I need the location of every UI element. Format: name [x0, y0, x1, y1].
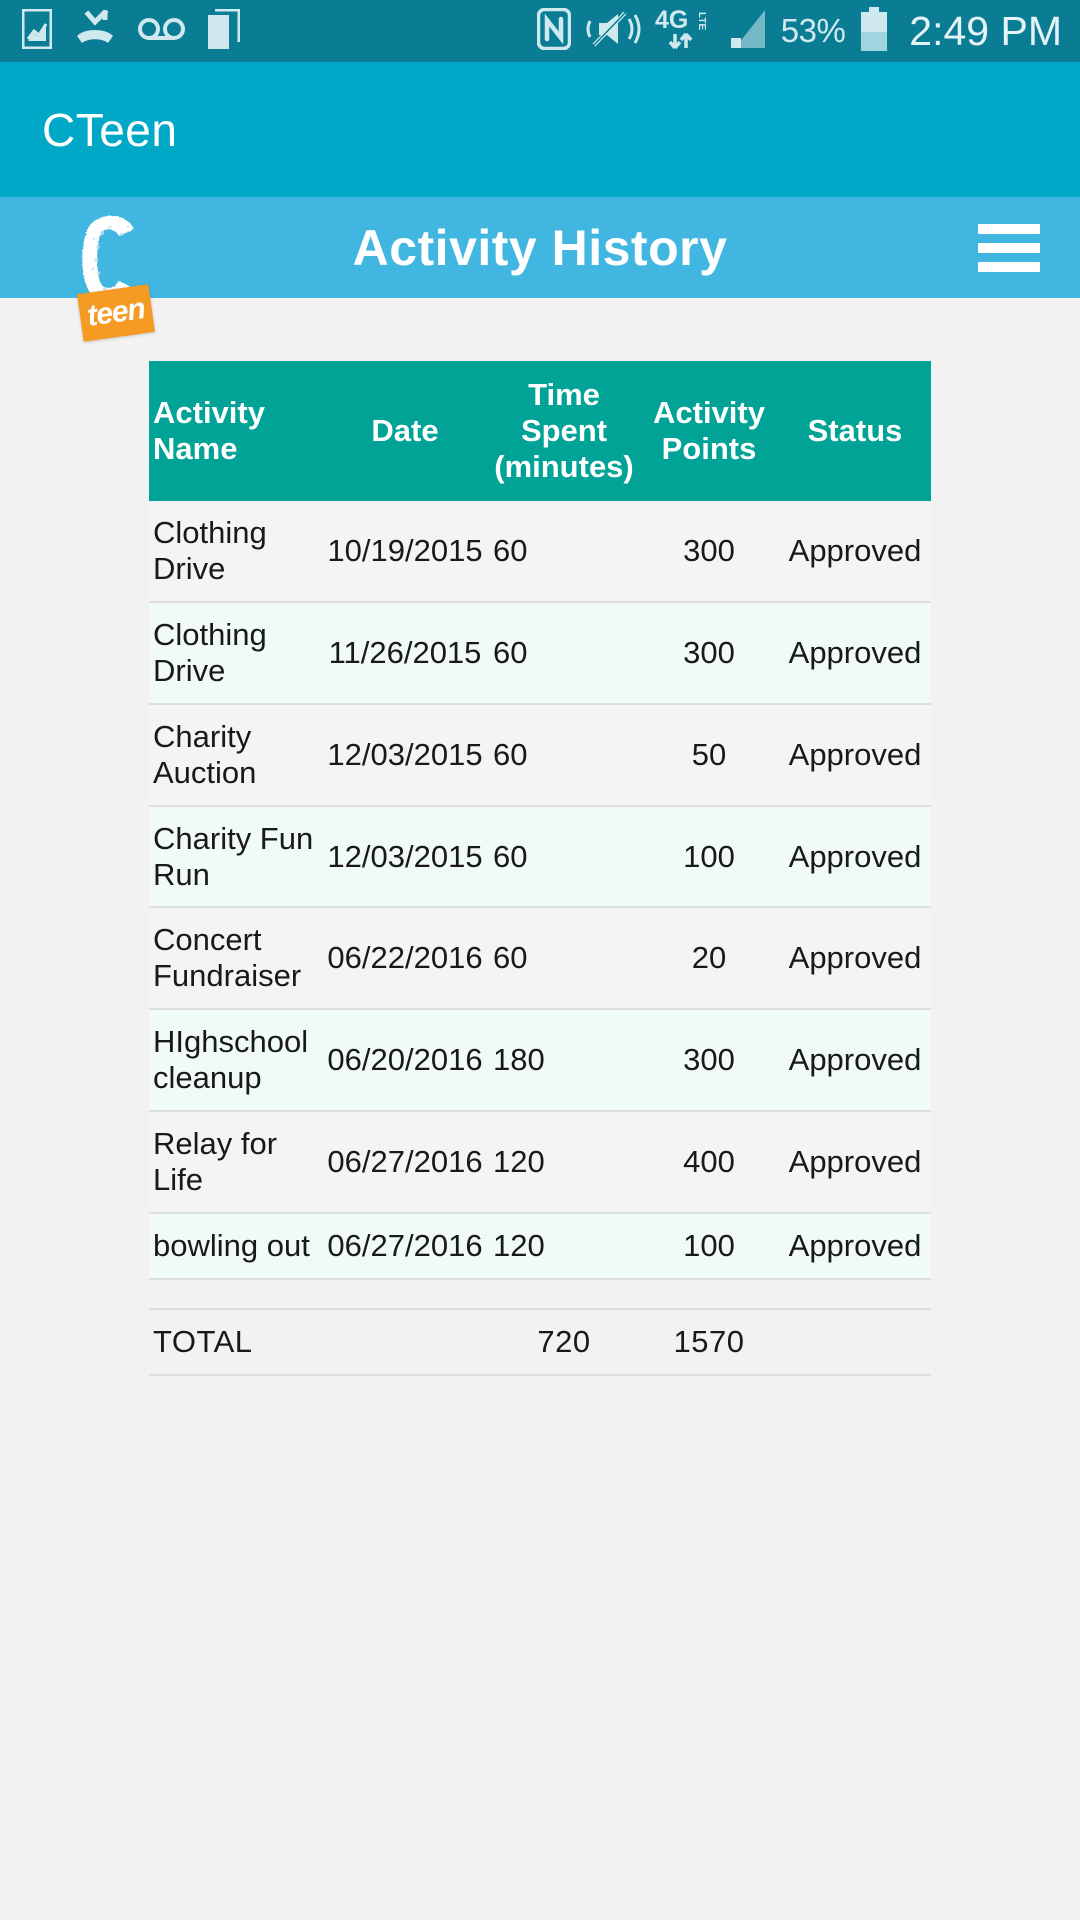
- cell-name: Clothing Drive: [149, 500, 321, 603]
- table-header-row: Activity Name Date Time Spent (minutes) …: [149, 361, 931, 501]
- cell-status: Approved: [779, 1111, 931, 1215]
- svg-text:LTE: LTE: [696, 12, 707, 30]
- voicemail-icon: [138, 16, 186, 47]
- cell-status: Approved: [779, 703, 931, 807]
- cteen-logo: teen: [66, 203, 162, 342]
- table-header: Activity Name Date Time Spent (minutes) …: [149, 361, 931, 501]
- cell-points: 100: [639, 805, 779, 909]
- table-row[interactable]: Charity Fun Run 12/03/2015 60 100 Approved: [149, 805, 931, 909]
- cell-name: Charity Fun Run: [149, 805, 321, 909]
- page-title: Activity History: [352, 219, 728, 276]
- spacer-cell: [149, 1279, 931, 1311]
- cell-name: Charity Auction: [149, 703, 321, 807]
- total-cell-time: 720: [489, 1309, 639, 1377]
- column-header-status[interactable]: Status: [779, 361, 931, 501]
- cell-points: 100: [639, 1213, 779, 1281]
- app-title: CTeen: [42, 103, 178, 156]
- cell-date: 06/20/2016: [321, 1009, 489, 1113]
- status-bar-left-icons: [21, 7, 241, 54]
- activity-history-table: Activity Name Date Time Spent (minutes) …: [149, 361, 931, 1377]
- sim-card-icon: [208, 8, 241, 54]
- cell-time: 120: [489, 1111, 639, 1215]
- table-body: Clothing Drive 10/19/2015 60 300 Approved Clo…: [149, 500, 931, 1377]
- battery-percent-label: 53%: [780, 12, 846, 49]
- table-row[interactable]: Charity Auction 12/03/2015 60 50 Approved: [149, 703, 931, 807]
- page-header: teen Activity History: [0, 197, 1080, 342]
- app-bar: CTeen: [0, 62, 1080, 197]
- cell-date: 12/03/2015: [321, 703, 489, 807]
- nfc-icon: [536, 7, 571, 55]
- cell-time: 60: [489, 703, 639, 807]
- cell-status: Approved: [779, 1213, 931, 1281]
- cell-name: bowling out: [149, 1213, 321, 1281]
- column-header-activity-name[interactable]: Activity Name: [149, 361, 321, 501]
- cell-name: Relay for Life: [149, 1111, 321, 1215]
- cell-date: 10/19/2015: [321, 500, 489, 603]
- total-cell-date: [321, 1309, 489, 1377]
- cell-date: 06/27/2016: [321, 1111, 489, 1215]
- cell-points: 20: [639, 907, 779, 1011]
- cell-date: 11/26/2015: [321, 601, 489, 705]
- table-row[interactable]: HIghschool cleanup 06/20/2016 180 300 Approv…: [149, 1009, 931, 1113]
- cell-points: 300: [639, 1009, 779, 1113]
- cell-time: 60: [489, 805, 639, 909]
- table-row[interactable]: Concert Fundraiser 06/22/2016 60 20 Approved: [149, 907, 931, 1011]
- cell-time: 60: [489, 601, 639, 705]
- table-total-spacer: [149, 1279, 931, 1311]
- cell-status: Approved: [779, 601, 931, 705]
- cell-time: 60: [489, 500, 639, 603]
- cell-status: Approved: [779, 1009, 931, 1113]
- status-bar: 4G LTE 53% 2:49 PM: [0, 0, 1080, 62]
- column-header-time-spent[interactable]: Time Spent (minutes): [489, 361, 639, 501]
- 4g-lte-icon: 4G LTE: [655, 6, 713, 57]
- cell-time: 120: [489, 1213, 639, 1281]
- column-header-activity-points[interactable]: Activity Points: [639, 361, 779, 501]
- table-row[interactable]: bowling out 06/27/2016 120 100 Approved: [149, 1213, 931, 1281]
- column-header-date[interactable]: Date: [321, 361, 489, 501]
- table-row[interactable]: Relay for Life 06/27/2016 120 400 Approved: [149, 1111, 931, 1215]
- cell-points: 50: [639, 703, 779, 807]
- table-row[interactable]: Clothing Drive 11/26/2015 60 300 Approved: [149, 601, 931, 705]
- table-total-row: TOTAL 720 1570: [149, 1309, 931, 1377]
- cell-status: Approved: [779, 500, 931, 603]
- hamburger-bar-3: [978, 261, 1040, 272]
- cell-name: HIghschool cleanup: [149, 1009, 321, 1113]
- battery-icon: [859, 6, 889, 56]
- total-cell-points: 1570: [639, 1309, 779, 1377]
- hamburger-menu-icon[interactable]: [978, 223, 1040, 272]
- total-cell-status: [779, 1309, 931, 1377]
- cell-status: Approved: [779, 907, 931, 1011]
- cell-date: 06/22/2016: [321, 907, 489, 1011]
- svg-text:4G: 4G: [655, 6, 688, 34]
- logo-teen-tag: teen: [77, 284, 155, 342]
- cell-date: 12/03/2015: [321, 805, 489, 909]
- total-cell-label: TOTAL: [149, 1309, 321, 1377]
- cell-name: Clothing Drive: [149, 601, 321, 705]
- clock-label: 2:49 PM: [909, 7, 1062, 54]
- content-area: Activity Name Date Time Spent (minutes) …: [0, 298, 1080, 1920]
- status-bar-right-icons: 4G LTE 53% 2:49 PM: [536, 6, 1062, 57]
- cell-name: Concert Fundraiser: [149, 907, 321, 1011]
- screenshot-captured-icon: [21, 8, 53, 54]
- vibrate-mute-icon: [585, 9, 641, 54]
- cell-points: 400: [639, 1111, 779, 1215]
- cell-points: 300: [639, 500, 779, 603]
- missed-call-icon: [74, 7, 116, 53]
- cell-status: Approved: [779, 805, 931, 909]
- signal-bars-icon: [727, 8, 767, 55]
- cell-time: 60: [489, 907, 639, 1011]
- cell-time: 180: [489, 1009, 639, 1113]
- cell-date: 06/27/2016: [321, 1213, 489, 1281]
- hamburger-bar-1: [978, 223, 1040, 234]
- logo-teen-text: teen: [85, 292, 147, 333]
- table-row[interactable]: Clothing Drive 10/19/2015 60 300 Approved: [149, 500, 931, 603]
- hamburger-bar-2: [978, 242, 1040, 253]
- cell-points: 300: [639, 601, 779, 705]
